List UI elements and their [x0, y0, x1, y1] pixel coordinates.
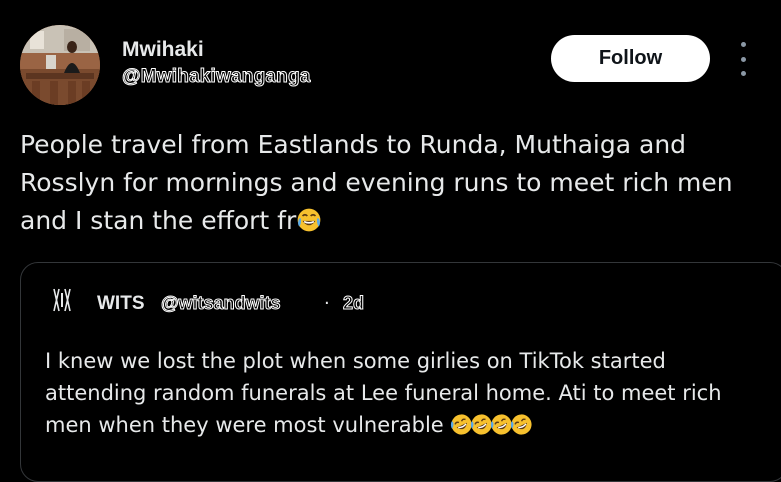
wits-logo-icon	[53, 288, 71, 312]
more-dot	[740, 71, 746, 76]
follow-button[interactable]: Follow	[551, 35, 710, 82]
quoted-post-card[interactable]: WITS @witsandwits · 2d I knew we lost th…	[20, 262, 781, 482]
rolling-on-floor-laughing-emoji	[511, 414, 532, 435]
quoted-author-handle[interactable]: @witsandwits	[161, 293, 282, 314]
face-with-tears-of-joy-emoji	[297, 208, 321, 232]
avatar-photo-icon	[20, 25, 100, 105]
emoji-row	[450, 413, 532, 436]
more-dot	[740, 56, 746, 62]
more-dot	[740, 42, 746, 47]
quoted-separator: ·	[324, 293, 330, 314]
author-handle[interactable]: @Mwihakiwanganga	[122, 66, 311, 88]
quoted-author-name[interactable]: WITS	[97, 293, 145, 315]
post-header: Mwihaki @Mwihakiwanganga Follow	[0, 0, 781, 120]
author-avatar[interactable]	[20, 25, 100, 105]
author-name[interactable]: Mwihaki	[122, 38, 204, 62]
more-vertical-icon[interactable]	[734, 42, 752, 76]
quoted-text-content: I knew we lost the plot when some girlie…	[45, 349, 722, 437]
post-text: People travel from Eastlands to Runda, M…	[20, 126, 760, 240]
quoted-timestamp[interactable]: 2d	[342, 293, 364, 314]
quoted-post-text: I knew we lost the plot when some girlie…	[45, 345, 745, 441]
post-text-content: People travel from Eastlands to Runda, M…	[20, 130, 733, 235]
